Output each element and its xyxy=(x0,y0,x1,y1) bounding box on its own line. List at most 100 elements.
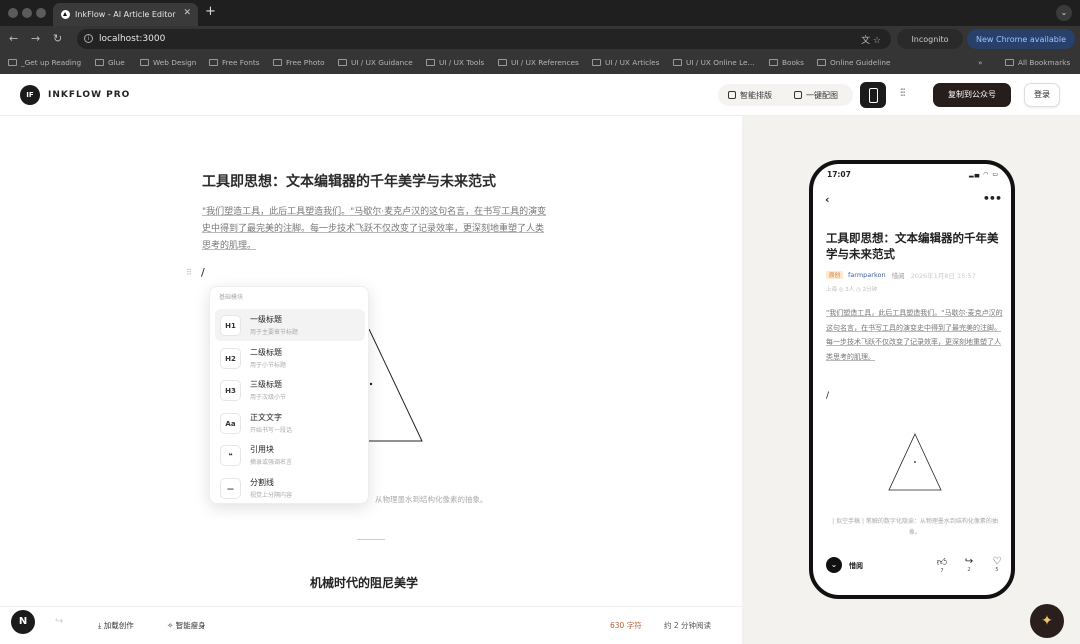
menu-item-h1[interactable]: H1 一级标题用于主要章节标题 xyxy=(215,309,365,341)
like-count: 7 xyxy=(940,568,944,574)
close-tab-icon[interactable]: ✕ xyxy=(183,8,191,18)
smart-slim-button[interactable]: ✧ 智能瘦身 xyxy=(167,620,206,631)
article-quote[interactable]: "我们塑造工具，此后工具塑造我们。"马歇尔·麦克卢汉的这句名言，在书写工具的演变… xyxy=(202,204,547,255)
menu-item-divider[interactable]: — 分割线 视觉上分隔内容 xyxy=(215,472,365,504)
bookmark-label: Web Design xyxy=(153,58,197,67)
mobile-preview-button[interactable] xyxy=(860,82,886,108)
h1-icon: H1 xyxy=(220,314,241,336)
share-button[interactable]: ↪ 2 xyxy=(962,556,976,573)
menu-item-h3[interactable]: H3 三级标题 用于次级小节 xyxy=(215,374,365,406)
bookmark-label: UI / UX Tools xyxy=(439,58,485,67)
divider-icon: — xyxy=(220,477,241,499)
tab-title: InkFlow - AI Article Editor xyxy=(75,10,176,19)
word-count: 630 字符 xyxy=(610,621,642,630)
more-icon[interactable]: ••• xyxy=(983,192,1002,205)
h2-icon: H2 xyxy=(220,347,241,369)
back-chevron-icon[interactable]: ‹ xyxy=(825,193,830,206)
bookmark-item[interactable]: Glue xyxy=(95,58,125,67)
copy-to-wechat-button[interactable]: 复制到公众号 xyxy=(933,83,1011,107)
login-button[interactable]: 登录 xyxy=(1024,83,1060,107)
redo-icon[interactable]: ↪ xyxy=(55,616,63,627)
folder-icon xyxy=(592,59,601,66)
folder-icon xyxy=(95,59,104,66)
reload-icon[interactable]: ↻ xyxy=(53,32,62,45)
folder-icon xyxy=(769,59,778,66)
quote-icon: ❝ xyxy=(220,444,241,466)
status-icons: ▂▄ ◠ ▭ xyxy=(969,171,999,178)
like-button[interactable]: 👍︎ 7 xyxy=(935,556,949,574)
add-creation-button[interactable]: ⤓ 加载创作 xyxy=(98,620,134,631)
bookmarks-overflow-icon[interactable]: » xyxy=(978,58,982,67)
article-title[interactable]: 工具即思想：文本编辑器的千年美学与未来范式 xyxy=(202,171,496,191)
menu-item-title: 三级标题 xyxy=(250,380,282,389)
update-chrome-button[interactable]: New Chrome available xyxy=(967,29,1075,49)
favicon-icon xyxy=(61,10,70,19)
menu-item-sub: 用于主要章节标题 xyxy=(250,329,299,336)
heart-count: 5 xyxy=(995,567,999,573)
bookmark-item[interactable]: UI / UX Guidance xyxy=(338,58,413,67)
menu-item-sub: 视觉上分隔内容 xyxy=(250,492,293,499)
bookmark-item[interactable]: UI / UX Online Le... xyxy=(673,58,755,67)
editor-canvas[interactable]: 工具即思想：文本编辑器的千年美学与未来范式 "我们塑造工具，此后工具塑造我们。"… xyxy=(0,116,742,606)
preview-slash: / xyxy=(826,391,830,401)
bookmark-item[interactable]: UI / UX Articles xyxy=(592,58,659,67)
bookmark-item[interactable]: UI / UX References xyxy=(498,58,579,67)
bookmark-label: UI / UX Guidance xyxy=(351,58,413,67)
tab-search-chevron-icon[interactable]: ⌄ xyxy=(1056,5,1072,21)
menu-item-paragraph[interactable]: Aa 正文文字 开始书写一段话 xyxy=(215,407,365,439)
footer-account: 惜阅 xyxy=(849,562,863,570)
bookmark-item[interactable]: Online Guideline xyxy=(817,58,890,67)
bookmarks-bar: _Get up Reading Glue Web Design Free Fon… xyxy=(0,52,1080,74)
minimize-window-icon[interactable] xyxy=(22,8,32,18)
n-avatar-button[interactable]: N xyxy=(11,610,35,634)
smart-layout-button[interactable]: 智能排版 xyxy=(728,90,772,101)
all-bookmarks[interactable]: All Bookmarks xyxy=(1005,58,1070,67)
app-header: IF INKFLOW PRO 智能排版 一键配图 ⫶⫶⫶ 复制到公众号 登录 xyxy=(0,74,1080,116)
maximize-window-icon[interactable] xyxy=(36,8,46,18)
folder-icon xyxy=(426,59,435,66)
bookmark-label: Free Fonts xyxy=(222,58,260,67)
close-window-icon[interactable] xyxy=(8,8,18,18)
folder-icon xyxy=(273,59,282,66)
share-icon: ↪ xyxy=(964,556,974,567)
ai-assistant-sparkle-button[interactable]: ✦ xyxy=(1030,604,1064,638)
site-info-icon[interactable]: i xyxy=(84,34,93,43)
section-heading[interactable]: 机械时代的阻尼美学 xyxy=(310,574,418,591)
incognito-badge[interactable]: Incognito xyxy=(897,29,963,49)
new-tab-button[interactable]: + xyxy=(205,4,216,19)
url-input[interactable]: i localhost:3000 文 ☆ xyxy=(77,29,891,49)
bookmark-label: _Get up Reading xyxy=(21,58,82,67)
menu-item-sub: 用于次级小节 xyxy=(250,394,287,401)
translate-bookmark-icons[interactable]: 文 ☆ xyxy=(861,33,881,46)
menu-header: 基础模块 xyxy=(219,294,244,301)
browser-tab[interactable]: InkFlow - AI Article Editor ✕ xyxy=(53,3,198,26)
bookmark-item[interactable]: Books xyxy=(769,58,804,67)
bookmark-item[interactable]: Free Fonts xyxy=(209,58,260,67)
bookmark-label: Books xyxy=(782,58,804,67)
publish-date: 2026年1月8日 15:57 xyxy=(910,272,976,280)
phone-frame: 17:07 ▂▄ ◠ ▭ ‹ ••• 工具即思想：文本编辑器的千年美学与未来范式… xyxy=(809,160,1015,599)
drag-handle-icon[interactable]: ⠿ xyxy=(186,268,192,277)
add-creation-label: 加载创作 xyxy=(103,621,134,630)
bookmark-item[interactable]: UI / UX Tools xyxy=(426,58,484,67)
menu-item-h2[interactable]: H2 二级标题 用于小节标题 xyxy=(215,342,365,374)
incognito-label: Incognito xyxy=(911,34,949,44)
back-icon[interactable]: ← xyxy=(9,32,18,45)
menu-item-title: 一级标题 xyxy=(250,315,282,324)
one-click-image-button[interactable]: 一键配图 xyxy=(794,90,838,101)
sliders-icon[interactable]: ⫶⫶⫶ xyxy=(900,88,905,99)
heart-button[interactable]: ♡ 5 xyxy=(990,556,1004,573)
browser-tab-strip: InkFlow - AI Article Editor ✕ + ⌄ xyxy=(0,0,1080,26)
forward-icon[interactable]: → xyxy=(31,32,40,45)
menu-item-quote[interactable]: ❝ 引用块 摘录或强调名言 xyxy=(215,439,365,471)
bookmark-item[interactable]: Web Design xyxy=(140,58,196,67)
chevron-down-icon[interactable]: ⌄ xyxy=(826,557,842,573)
bookmark-label: Glue xyxy=(108,58,125,67)
author-name[interactable]: farmparkon xyxy=(848,271,886,279)
bookmark-item[interactable]: _Get up Reading xyxy=(8,58,81,67)
folder-icon xyxy=(8,59,17,66)
logo: IF xyxy=(20,85,40,105)
bookmark-item[interactable]: Free Photo xyxy=(273,58,325,67)
thumb-up-icon: 👍︎ xyxy=(936,557,948,568)
slash-command-text[interactable]: / xyxy=(201,266,205,279)
